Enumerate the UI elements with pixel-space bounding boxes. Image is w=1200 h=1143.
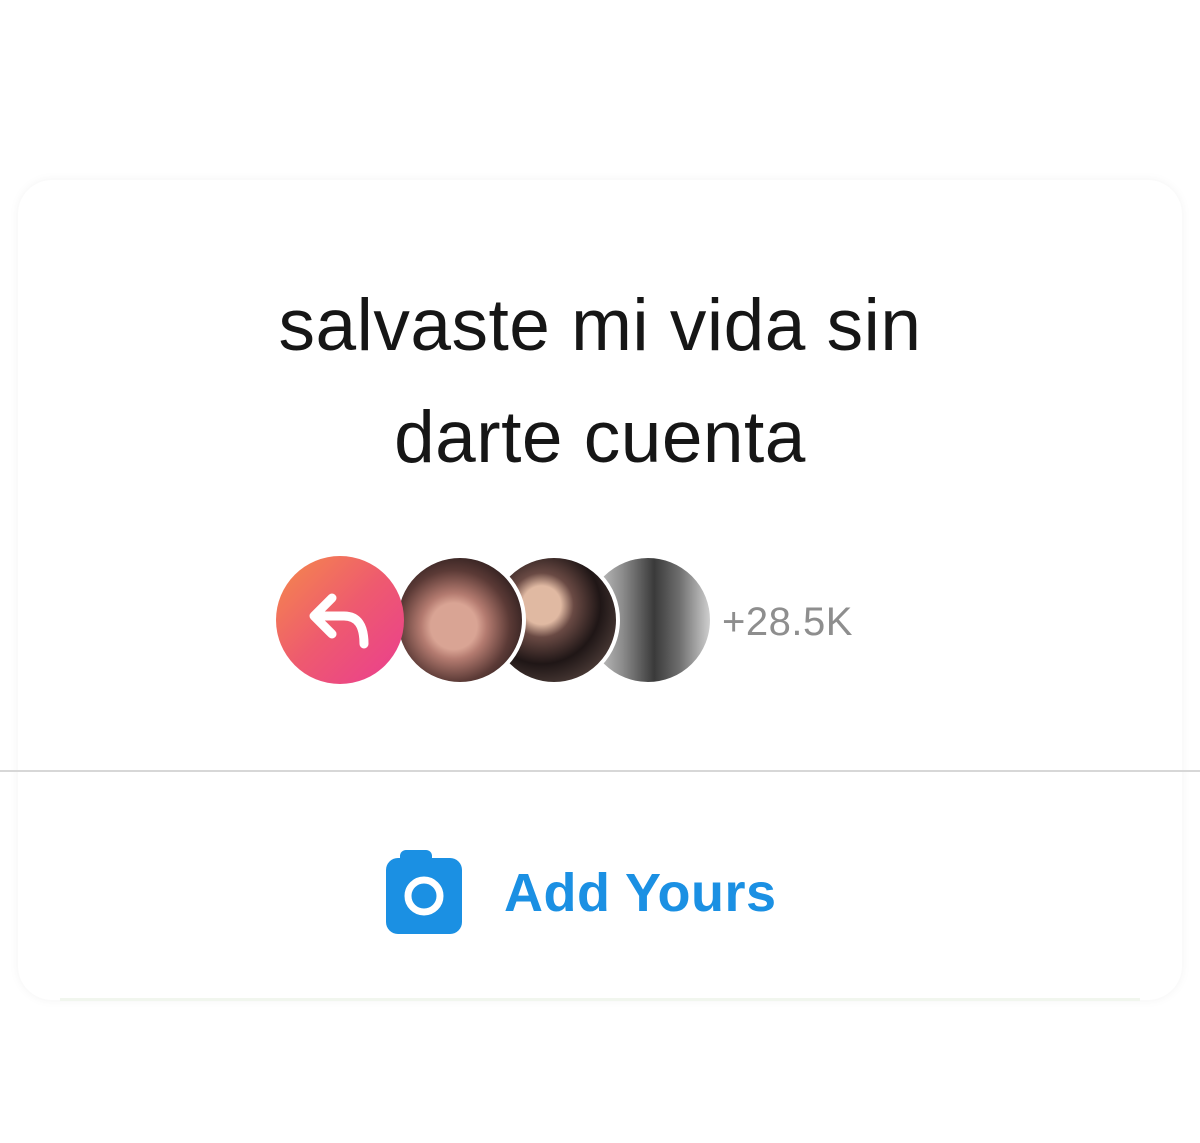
- prompt-line-1: salvaste mi vida sin: [278, 285, 922, 366]
- prompt-text: salvaste mi vida sin darte cuenta: [0, 270, 1200, 494]
- prompt-line-2: darte cuenta: [394, 397, 806, 478]
- participants-row[interactable]: +28.5K: [276, 554, 916, 686]
- add-yours-label: Add Yours: [504, 863, 777, 923]
- participant-avatar[interactable]: [394, 554, 526, 686]
- add-yours-button[interactable]: Add Yours: [386, 850, 826, 934]
- camera-icon: [386, 850, 462, 934]
- participant-count: +28.5K: [722, 600, 853, 644]
- card-bottom-edge: [60, 998, 1140, 1001]
- divider: [0, 770, 1200, 772]
- reply-arrow-icon: [309, 593, 369, 649]
- share-button[interactable]: [276, 556, 404, 684]
